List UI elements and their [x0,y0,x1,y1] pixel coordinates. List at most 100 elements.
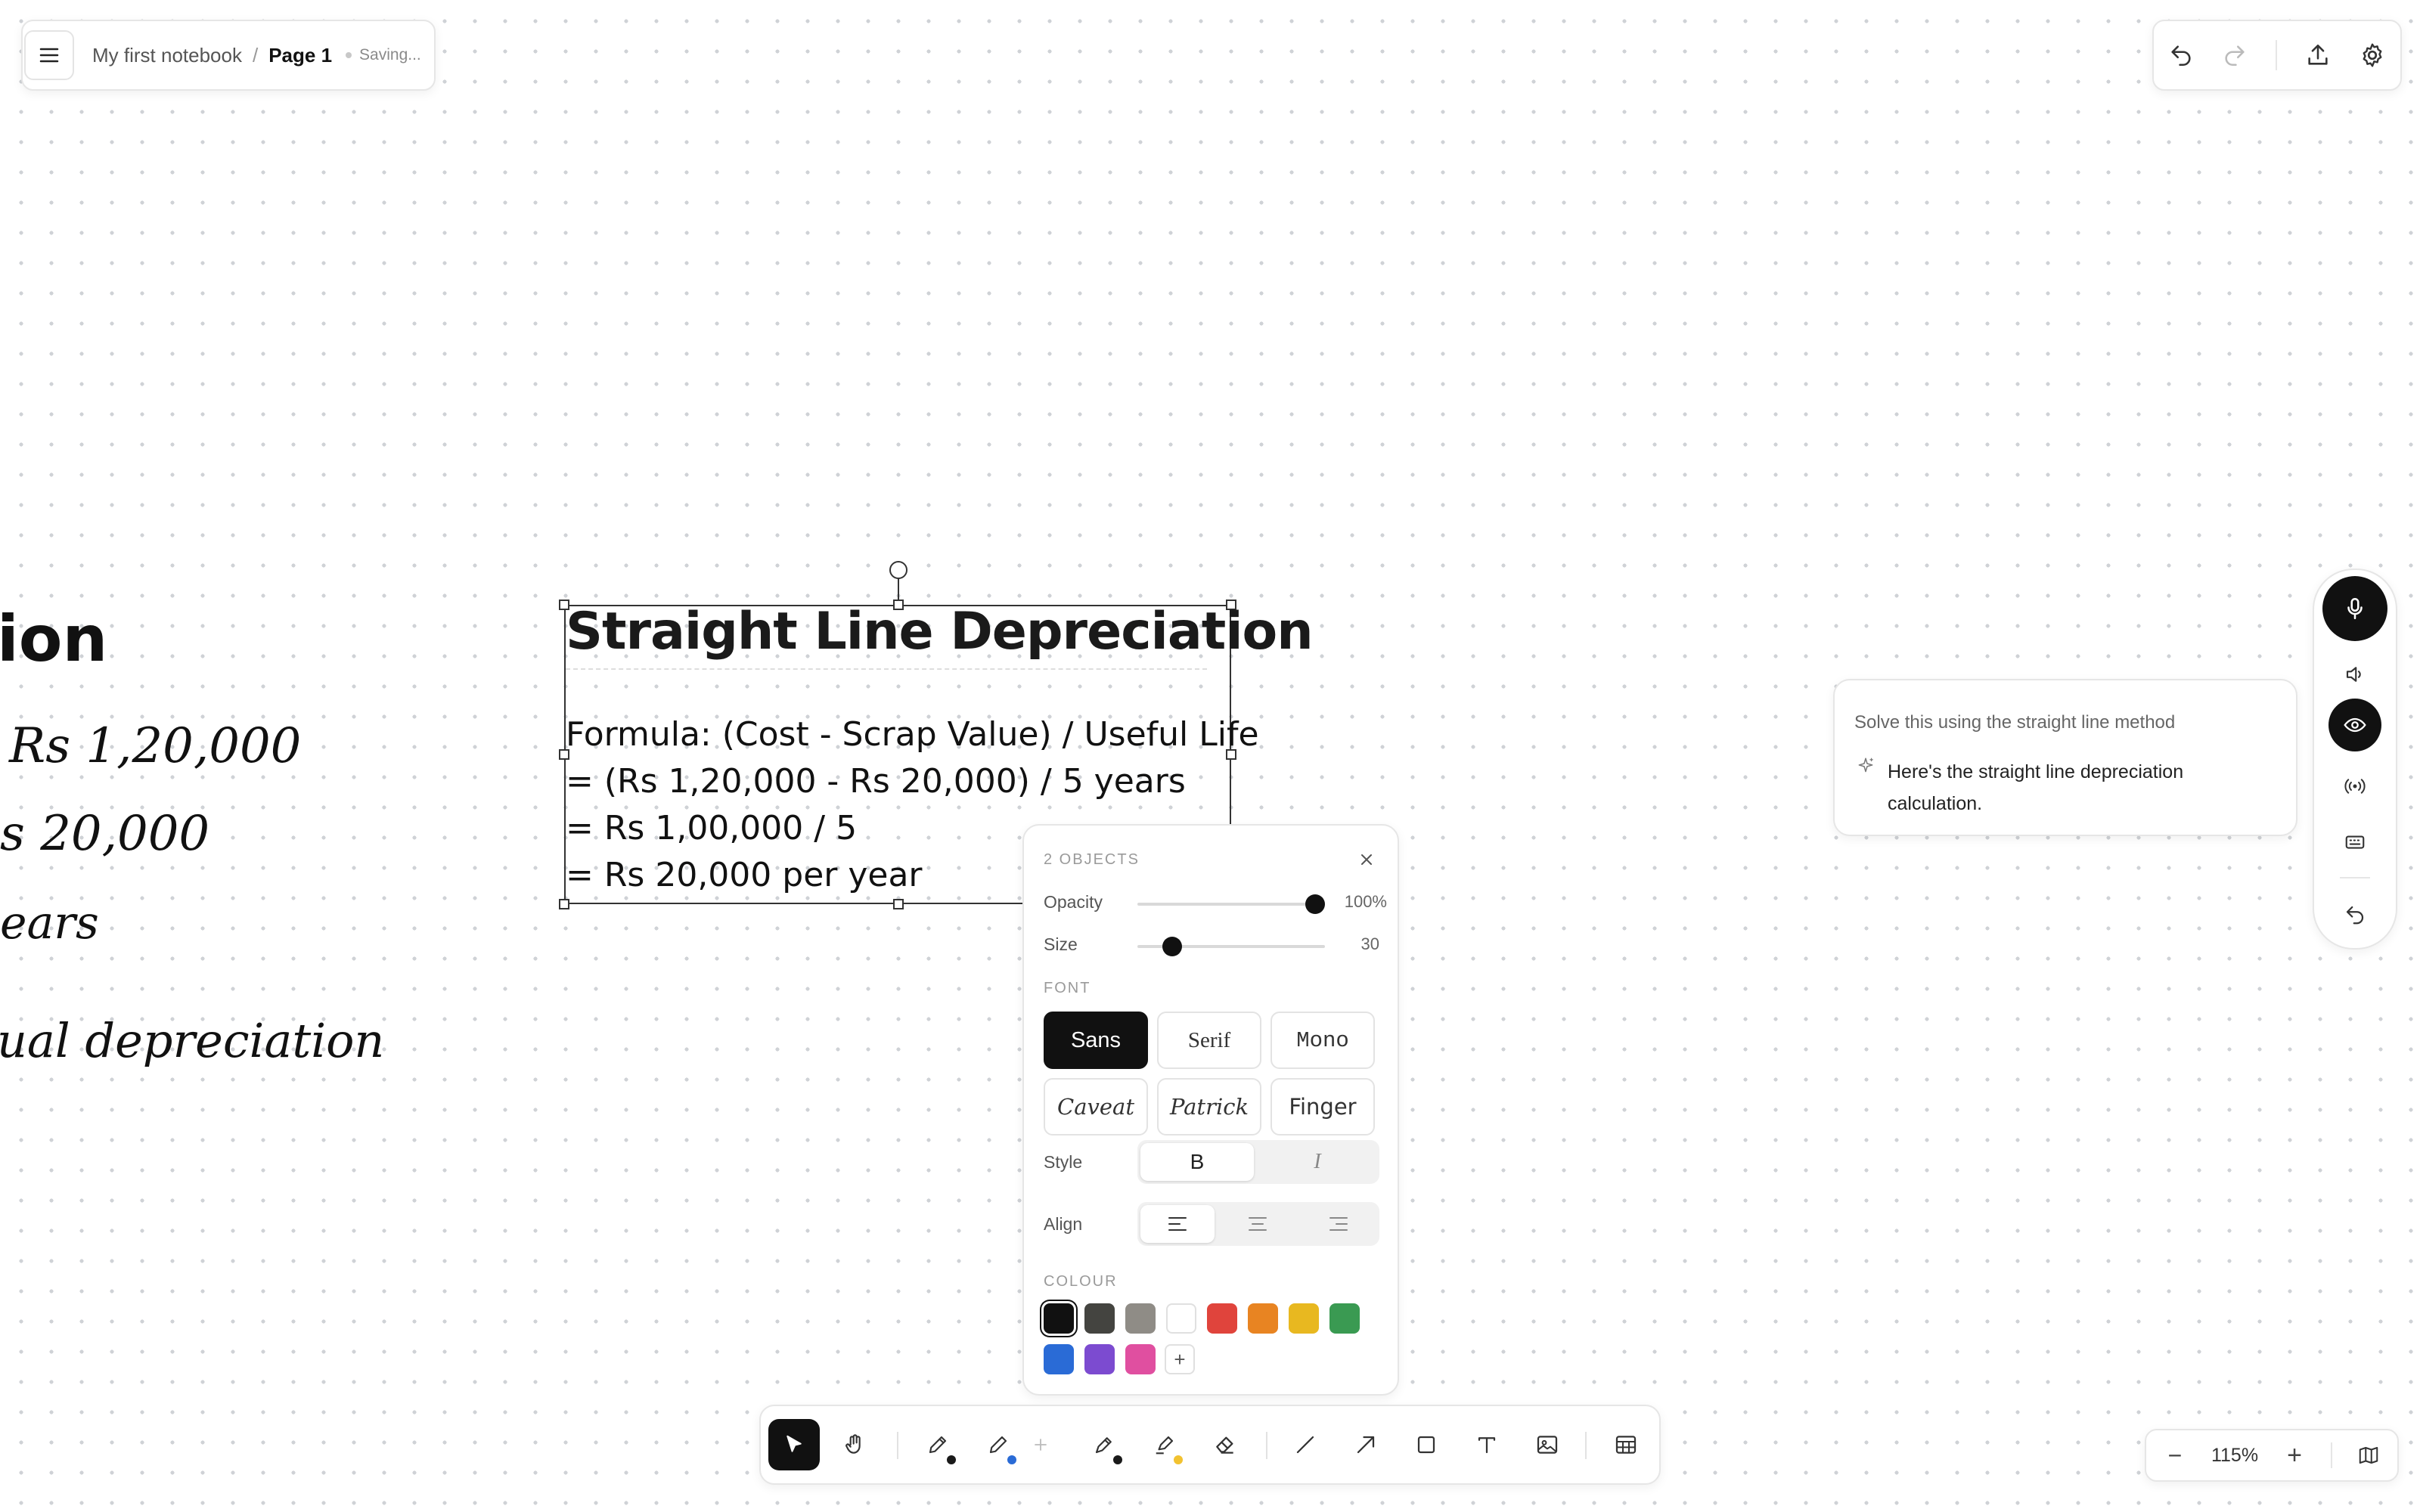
divider [2331,1442,2332,1468]
undo-button[interactable] [2168,42,2194,68]
align-right-button[interactable] [1301,1205,1376,1243]
font-mono-button[interactable]: Mono [1270,1012,1375,1069]
handwritten-line[interactable]: ears [0,897,99,950]
marker-colour-dot [1113,1455,1122,1464]
bold-button[interactable]: B [1140,1143,1254,1181]
zoom-out-button[interactable]: − [2154,1434,2196,1476]
font-finger-button[interactable]: Finger [1270,1078,1375,1136]
font-serif-button[interactable]: Serif [1157,1012,1261,1069]
undo-icon [2346,906,2364,925]
save-status: Saving... [346,46,421,64]
colour-swatch[interactable] [1125,1344,1156,1374]
align-center-button[interactable] [1221,1205,1295,1243]
formula-line[interactable]: = Rs 20,000 per year [566,856,923,894]
breadcrumb-separator: / [252,43,259,67]
handwritten-line[interactable]: ual depreciation [0,1013,384,1068]
zoom-control: − 115% + [2145,1429,2399,1482]
drawing-toolbar [759,1405,1661,1485]
marker-tool[interactable] [1078,1419,1130,1470]
live-button[interactable] [2325,756,2385,816]
text-tool[interactable] [1461,1419,1512,1470]
speaker-button[interactable] [2325,644,2385,705]
resize-handle[interactable] [559,899,569,909]
opacity-label: Opacity [1044,892,1103,912]
close-panel-button[interactable] [1354,847,1379,872]
line-icon [1296,1436,1314,1454]
colour-swatch[interactable] [1248,1303,1278,1334]
status-dot [346,52,352,58]
menu-button[interactable] [24,30,74,80]
line-tool[interactable] [1280,1419,1331,1470]
plus-icon [1035,1439,1047,1451]
eraser-tool[interactable] [1199,1419,1251,1470]
arrow-icon [1357,1436,1375,1454]
colour-swatch[interactable] [1125,1303,1156,1334]
settings-button[interactable] [2359,42,2386,69]
rectangle-icon [1417,1436,1435,1454]
minimap-button[interactable] [2347,1434,2390,1476]
image-tool[interactable] [1522,1419,1573,1470]
breadcrumb-notebook[interactable]: My first notebook [92,44,242,67]
opacity-slider[interactable] [1137,894,1325,914]
formula-line[interactable]: = Rs 1,00,000 / 5 [566,809,857,847]
style-segmented-control: B I [1137,1140,1379,1184]
highlighter-icon [1156,1436,1174,1455]
handwritten-line[interactable]: s 20,000 [0,806,209,862]
align-label: Align [1044,1214,1083,1234]
eraser-icon [1216,1436,1233,1454]
zoom-in-button[interactable]: + [2273,1434,2316,1476]
microphone-button[interactable] [2322,576,2387,641]
colour-swatch[interactable] [1166,1303,1196,1334]
font-sans-button[interactable]: Sans [1044,1012,1148,1069]
reset-button[interactable] [2325,885,2385,945]
size-slider-knob[interactable] [1162,937,1183,956]
table-tool[interactable] [1600,1419,1652,1470]
microphone-icon [2347,597,2363,620]
sparkle-icon [1858,758,1873,773]
formula-line[interactable]: = (Rs 1,20,000 - Rs 20,000) / 5 years [566,762,1186,801]
cursor-arrow-icon [786,1435,802,1452]
colour-swatch[interactable] [1289,1303,1319,1334]
zoom-level[interactable]: 115% [2211,1445,2258,1467]
colour-swatch[interactable] [1084,1303,1115,1334]
size-value: 30 [1360,934,1379,953]
highlighter-tool[interactable] [1139,1419,1190,1470]
rectangle-tool[interactable] [1401,1419,1452,1470]
assistant-sidebar [2313,569,2397,950]
add-tool-button[interactable] [1025,1419,1056,1470]
font-patrick-button[interactable]: Patrick [1157,1078,1261,1136]
keyboard-button[interactable] [2325,812,2385,872]
pen-tool[interactable] [973,1419,1024,1470]
assistant-response-bubble: Solve this using the straight line metho… [1833,679,2297,836]
divider [2275,40,2277,70]
opacity-slider-knob[interactable] [1305,894,1325,914]
toolbar-divider [1266,1432,1267,1459]
text-object-title[interactable]: Straight Line Depreciation [566,602,1314,662]
redo-button[interactable] [2222,42,2248,68]
hand-icon [845,1434,861,1454]
colour-swatch[interactable] [1044,1344,1074,1374]
formula-line[interactable]: Formula: (Cost - Scrap Value) / Useful L… [566,715,1259,754]
handwritten-line[interactable]: Rs 1,20,000 [9,718,301,774]
align-segmented-control [1137,1202,1379,1246]
hand-tool[interactable] [829,1419,880,1470]
colour-swatch[interactable] [1207,1303,1237,1334]
italic-button[interactable]: I [1258,1143,1376,1181]
font-caveat-button[interactable]: Caveat [1044,1078,1148,1136]
vision-button[interactable] [2328,699,2381,751]
rotation-handle[interactable] [889,561,908,579]
colour-swatch[interactable] [1329,1303,1360,1334]
breadcrumb-page[interactable]: Page 1 [268,44,332,67]
align-left-button[interactable] [1140,1205,1215,1243]
export-button[interactable] [2305,42,2331,68]
select-tool[interactable] [768,1419,820,1470]
size-slider[interactable] [1137,937,1325,956]
colour-swatch[interactable] [1044,1303,1074,1334]
resize-handle[interactable] [893,899,904,909]
pencil-tool[interactable] [912,1419,963,1470]
align-right-icon [1329,1217,1348,1231]
arrow-tool[interactable] [1340,1419,1392,1470]
colour-swatch[interactable] [1084,1344,1115,1374]
handwritten-heading[interactable]: ion [0,602,107,676]
add-colour-button[interactable]: + [1165,1344,1195,1374]
